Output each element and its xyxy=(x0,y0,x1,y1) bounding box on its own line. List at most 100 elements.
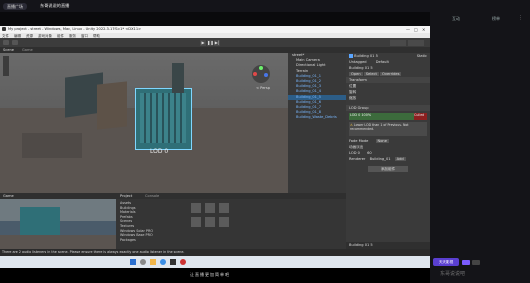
taskbar-search-icon[interactable] xyxy=(140,259,146,265)
asset-thumb[interactable] xyxy=(205,217,215,227)
stream-title: 东哥说说的直播 xyxy=(40,3,70,8)
windows-taskbar xyxy=(0,256,430,268)
warning-text: Lower LOD than 1 of Previous. Not recomm… xyxy=(350,123,409,131)
pause-button[interactable]: ❚❚ xyxy=(207,39,214,46)
transition-field[interactable]: 60 xyxy=(367,151,372,155)
lod-bar[interactable]: LOD 0 100% Culled xyxy=(349,113,427,120)
account-button[interactable] xyxy=(3,40,9,45)
culled-segment[interactable]: Culled xyxy=(414,113,427,120)
minimize-icon[interactable]: — xyxy=(406,27,410,32)
game-view[interactable] xyxy=(0,199,116,249)
gizmo-y-icon[interactable] xyxy=(259,66,263,70)
asset-thumb[interactable] xyxy=(191,203,201,213)
chat-menu-icon[interactable]: ⋮ xyxy=(518,15,523,21)
gizmo-x-icon[interactable] xyxy=(253,72,257,76)
gift-icon[interactable] xyxy=(462,260,470,265)
tab-interact[interactable]: 互动 xyxy=(452,16,460,22)
unity-status-bar: There are 2 audio listeners in the scene… xyxy=(0,249,430,256)
lod-group-title: LOD Group xyxy=(349,106,369,110)
caption-text: 让直播更加简单吧 xyxy=(190,272,230,277)
unity-titlebar: My project - street - Windows, Mac, Linu… xyxy=(0,26,430,33)
broadcast-square-button[interactable]: 直播广场 xyxy=(3,2,27,10)
project-panel: Assets Buildings Materials Prefabs Scenes Tex… xyxy=(116,199,346,249)
project-folder-item[interactable]: Packages xyxy=(116,238,186,243)
transform-scale: 缩放 xyxy=(349,96,357,100)
static-toggle[interactable]: Static xyxy=(417,53,427,59)
caption-bar: 让直播更加简单吧 xyxy=(0,268,430,283)
tab-ranking[interactable]: 榜单 xyxy=(492,16,500,22)
cube-icon xyxy=(349,54,353,58)
menu-item[interactable]: 组件 xyxy=(57,34,64,38)
play-button[interactable]: ▶ xyxy=(200,39,206,46)
object-name[interactable]: Building 01 5 xyxy=(354,54,378,58)
menu-item[interactable]: 窗口 xyxy=(81,34,88,38)
tab-scene[interactable]: Scene xyxy=(3,48,14,52)
prefab-open-button[interactable]: Open xyxy=(349,72,363,76)
unity-logo-icon xyxy=(2,27,6,31)
prefab-select-button[interactable]: Select xyxy=(363,72,379,76)
add-renderer-button[interactable]: Add xyxy=(394,157,406,161)
asset-thumb[interactable] xyxy=(205,203,215,213)
tab-game[interactable]: Game xyxy=(22,48,33,52)
gizmo-z-icon[interactable] xyxy=(264,73,268,77)
footer-object-name: Building 01 5 xyxy=(349,243,373,247)
fade-mode-dropdown[interactable]: None xyxy=(375,139,389,143)
prefab-label: Building 01 5 xyxy=(349,66,373,70)
tab-console[interactable]: Console xyxy=(145,194,159,198)
building-selected[interactable] xyxy=(135,88,192,150)
menu-item[interactable]: 服务 xyxy=(69,34,76,38)
unity-window-title: My project - street - Windows, Mac, Linu… xyxy=(8,27,142,32)
emoji-icon[interactable] xyxy=(472,260,480,265)
record-icon[interactable] xyxy=(180,259,186,265)
unity-taskbar-icon[interactable] xyxy=(170,259,176,265)
stream-top-bar: 直播广场 东哥说说的直播 xyxy=(0,0,430,12)
tab-game-bottom[interactable]: Game xyxy=(3,194,14,198)
hierarchy-panel: street* Main Camera Directional Light Terr… xyxy=(288,47,346,193)
close-icon[interactable]: ✕ xyxy=(422,27,425,32)
tab-project[interactable]: Project xyxy=(120,194,132,198)
menu-item[interactable]: 文件 xyxy=(2,34,9,38)
step-button[interactable]: ▶| xyxy=(214,39,220,46)
layout-dropdown[interactable] xyxy=(408,39,424,46)
building-windows xyxy=(140,93,186,143)
asset-thumb[interactable] xyxy=(219,203,229,213)
layers-dropdown[interactable] xyxy=(390,39,406,46)
windows-start-icon[interactable] xyxy=(130,259,136,265)
building-brick xyxy=(97,81,127,130)
lod-overlay-label: LOD 0 xyxy=(150,148,169,155)
game-building xyxy=(20,207,60,237)
lod-warning: ⚠ Lower LOD than 1 of Previous. Not reco… xyxy=(349,122,427,136)
add-component-button[interactable]: 添加组件 xyxy=(368,166,408,172)
menu-item[interactable]: 编辑 xyxy=(14,34,21,38)
cloud-icon[interactable] xyxy=(12,40,19,45)
asset-thumb[interactable] xyxy=(219,217,229,227)
prefab-overrides-button[interactable]: Overrides xyxy=(380,72,402,76)
hierarchy-item[interactable]: Building_Waste_Debris xyxy=(288,115,346,120)
stream-spacer xyxy=(0,12,430,26)
lod-group-header[interactable]: LOD Group xyxy=(346,105,430,111)
tag-dropdown[interactable]: Untagged xyxy=(349,60,367,64)
maximize-icon[interactable]: □ xyxy=(414,27,418,32)
browser-icon[interactable] xyxy=(160,259,166,265)
watermark: 东哥说说吧 xyxy=(440,271,466,277)
scene-tool-palette[interactable] xyxy=(3,56,9,76)
persp-label[interactable]: < Persp xyxy=(256,86,270,90)
asset-thumb[interactable] xyxy=(191,217,201,227)
status-message[interactable]: There are 2 audio listeners in the scene… xyxy=(2,250,184,254)
inspector-panel: Building 01 5 Static Untagged Default Bu… xyxy=(346,47,430,256)
broadcast-label: 直播广场 xyxy=(7,3,23,9)
file-explorer-icon[interactable] xyxy=(150,259,156,265)
layer-dropdown[interactable]: Default xyxy=(376,60,389,64)
chat-panel: 互动 榜单 ⋮ 天天影视 东哥说说吧 xyxy=(430,0,530,283)
scene-gizmo[interactable] xyxy=(252,65,270,83)
menu-item[interactable]: 资源 xyxy=(26,34,33,38)
menu-item[interactable]: 游戏对象 xyxy=(38,34,52,38)
transform-title: Transform xyxy=(349,78,367,82)
building-tower xyxy=(172,63,184,93)
lod0-segment[interactable]: LOD 0 100% xyxy=(349,113,415,120)
menu-item[interactable]: 帮助 xyxy=(93,34,100,38)
renderers-row: Renderer Building_01 Add xyxy=(349,157,406,161)
scene-view[interactable]: LOD 0 < Persp xyxy=(0,53,288,193)
asset-grid xyxy=(191,203,341,245)
brand-badge[interactable]: 天天影视 xyxy=(433,258,459,266)
